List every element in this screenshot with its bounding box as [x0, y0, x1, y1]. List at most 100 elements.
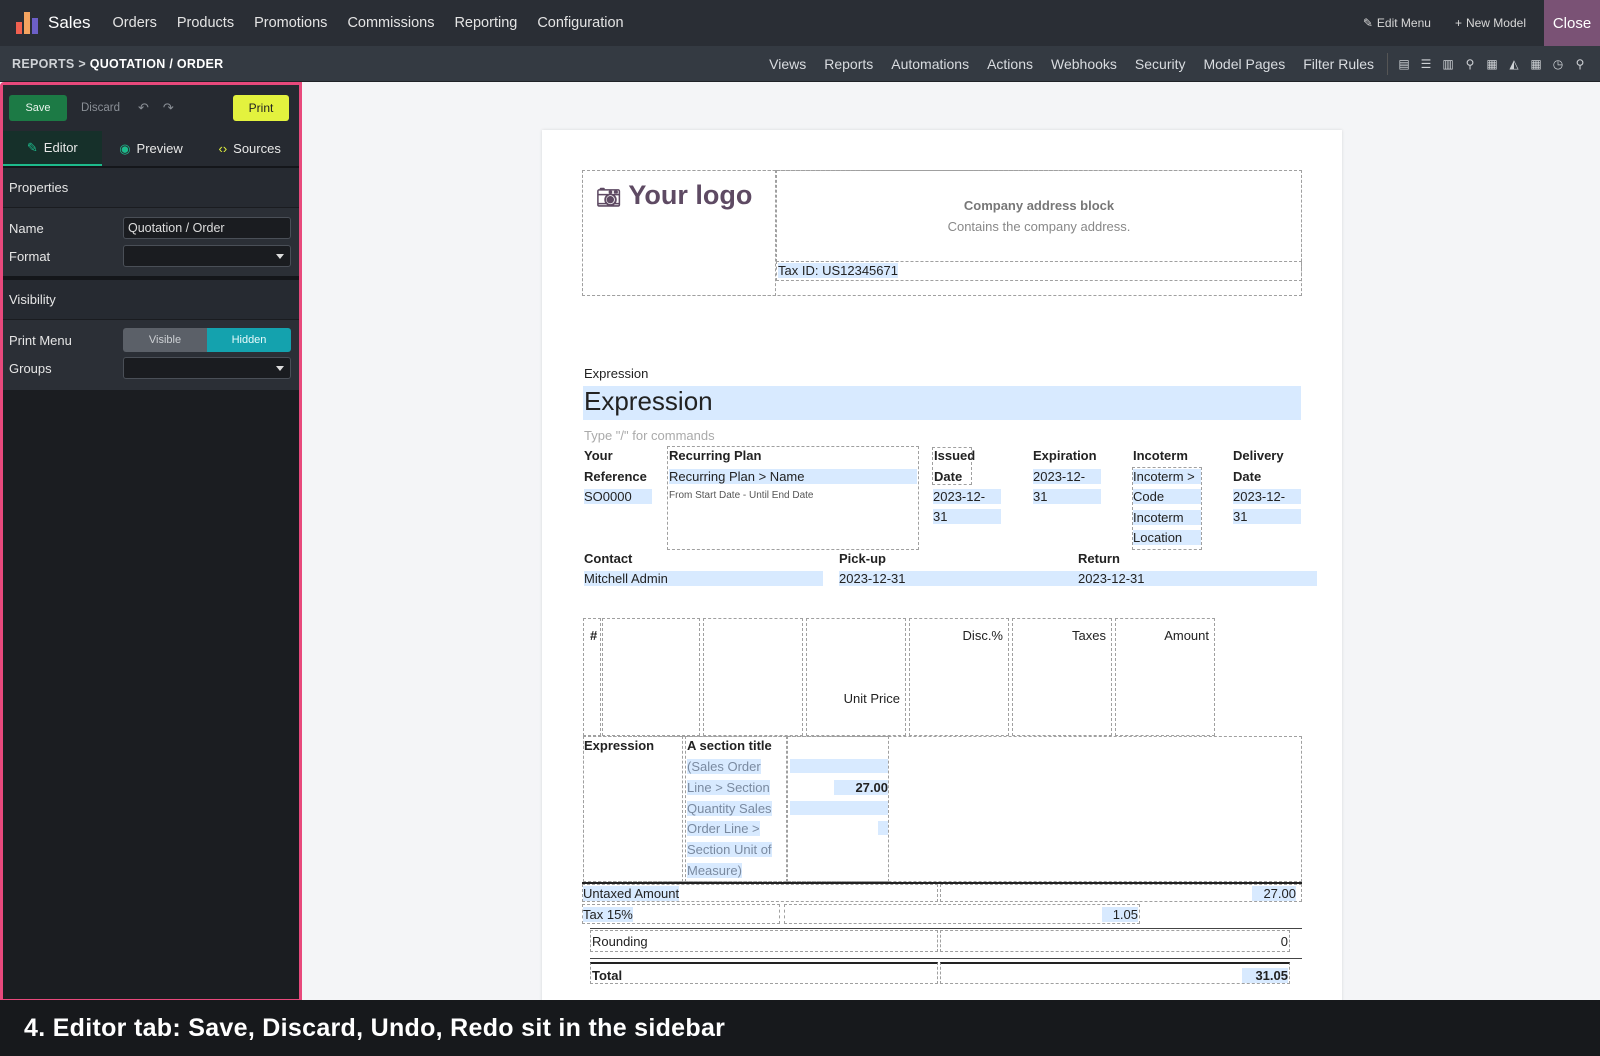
sidebar-tabs: ✎ Editor ◉ Preview ‹› Sources — [3, 131, 299, 168]
edit-menu-button[interactable]: ✎ Edit Menu — [1351, 16, 1443, 30]
app-name[interactable]: Sales — [48, 13, 91, 33]
contact-value[interactable]: Mitchell Admin — [584, 571, 823, 586]
menu-promotions[interactable]: Promotions — [244, 15, 337, 31]
menu-reporting[interactable]: Reporting — [444, 15, 527, 31]
tab-preview[interactable]: ◉ Preview — [102, 131, 201, 166]
th-unit-price: Unit Price — [843, 691, 900, 706]
link-model-pages[interactable]: Model Pages — [1194, 56, 1294, 72]
tab-sources[interactable]: ‹› Sources — [200, 131, 299, 166]
menu-commissions[interactable]: Commissions — [337, 15, 444, 31]
kanban-view-icon[interactable]: ▥ — [1440, 57, 1456, 71]
untaxed-value: 27.00 — [1252, 886, 1296, 901]
camera-icon: 📷︎ — [596, 187, 622, 209]
incoterm-line-3: Incoterm — [1133, 510, 1201, 525]
section-line-2: Line > Section — [687, 780, 770, 795]
link-webhooks[interactable]: Webhooks — [1042, 56, 1126, 72]
pickup-value[interactable]: 2023-12-31 — [839, 571, 1078, 586]
sales-app-icon[interactable] — [16, 12, 38, 34]
new-model-button[interactable]: + New Model — [1443, 16, 1538, 30]
delivery-date-label-1: Delivery — [1233, 448, 1284, 463]
tax-value: 1.05 — [1102, 907, 1138, 922]
breadcrumb-current: QUOTATION / ORDER — [89, 56, 224, 71]
undo-icon[interactable]: ↶ — [138, 100, 149, 116]
expression-heading[interactable]: Expression — [583, 386, 1301, 420]
rounding-rule — [590, 928, 1302, 929]
delivery-date-value-1[interactable]: 2023-12- — [1233, 489, 1301, 504]
tab-editor[interactable]: ✎ Editor — [3, 131, 102, 166]
breadcrumb-reports[interactable]: REPORTS — [12, 57, 75, 71]
delivery-date-value-2[interactable]: 31 — [1233, 509, 1301, 524]
your-reference-label-1: Your — [584, 448, 613, 463]
activity-view-icon[interactable]: ◷ — [1550, 57, 1566, 71]
company-address-title: Company address block — [963, 198, 1115, 213]
tax-label: Tax 15% — [583, 907, 633, 922]
link-filter-rules[interactable]: Filter Rules — [1294, 56, 1383, 72]
company-address-block[interactable] — [776, 170, 1302, 262]
map-view-icon[interactable]: ⚲ — [1462, 57, 1478, 71]
recurring-plan-name[interactable]: Recurring Plan > Name — [669, 469, 917, 484]
section-highlight-2 — [790, 801, 888, 815]
issued-date-value-1[interactable]: 2023-12- — [933, 489, 1001, 504]
visible-option[interactable]: Visible — [123, 328, 207, 352]
logo-placeholder[interactable]: 📷︎ Your logo — [596, 180, 752, 211]
chevron-down-icon — [276, 254, 284, 259]
rounding-value-cell[interactable] — [940, 930, 1290, 952]
menu-orders[interactable]: Orders — [103, 15, 167, 31]
form-view-icon[interactable]: ▤ — [1396, 57, 1412, 71]
link-security[interactable]: Security — [1126, 56, 1195, 72]
untaxed-label: Untaxed Amount — [583, 886, 680, 901]
search-icon[interactable]: ⚲ — [1572, 57, 1588, 71]
tax-id[interactable]: Tax ID: US12345671 — [778, 263, 898, 278]
groups-row: Groups — [3, 354, 299, 382]
list-view-icon[interactable]: ☰ — [1418, 57, 1434, 71]
close-button[interactable]: Close — [1544, 0, 1600, 46]
issued-date-value-2[interactable]: 31 — [933, 509, 1001, 524]
print-button[interactable]: Print — [233, 95, 289, 121]
visibility-section: Visibility Print Menu Visible Hidden Gro… — [3, 280, 299, 390]
name-row: Name Quotation / Order — [3, 214, 299, 242]
save-button[interactable]: Save — [9, 95, 67, 121]
return-value[interactable]: 2023-12-31 — [1078, 571, 1317, 586]
tab-editor-label: Editor — [43, 140, 78, 155]
link-actions[interactable]: Actions — [978, 56, 1042, 72]
hidden-option[interactable]: Hidden — [207, 328, 291, 352]
issued-date-label-2: Date — [934, 469, 963, 484]
discard-button[interactable]: Discard — [81, 102, 120, 114]
tab-sources-label: Sources — [233, 141, 281, 156]
total-value-cell[interactable] — [940, 962, 1290, 984]
logo-text: Your logo — [628, 180, 753, 210]
th-unit-price-cell[interactable] — [806, 618, 906, 736]
th-description-cell[interactable] — [602, 618, 700, 736]
tutorial-caption: 4. Editor tab: Save, Discard, Undo, Redo… — [0, 1000, 1600, 1056]
redo-icon[interactable]: ↷ — [163, 100, 174, 116]
section-line-4: Order Line > — [687, 821, 760, 836]
section-expression-cell[interactable] — [583, 736, 683, 882]
graph-view-icon[interactable]: ◭ — [1506, 57, 1522, 71]
link-reports[interactable]: Reports — [815, 56, 882, 72]
code-icon: ‹› — [218, 141, 228, 156]
link-automations[interactable]: Automations — [882, 56, 978, 72]
name-input[interactable]: Quotation / Order — [123, 217, 291, 239]
top-navbar: Sales Orders Products Promotions Commiss… — [0, 0, 1600, 46]
section-highlight-1 — [790, 759, 888, 773]
groups-select[interactable] — [123, 357, 291, 379]
link-views[interactable]: Views — [760, 56, 815, 72]
menu-configuration[interactable]: Configuration — [527, 15, 633, 31]
your-reference-value[interactable]: SO0000 — [584, 489, 652, 504]
expiration-value-1[interactable]: 2023-12- — [1033, 469, 1101, 484]
tax-value-cell[interactable] — [784, 904, 1140, 924]
expiration-value-2[interactable]: 31 — [1033, 489, 1101, 504]
name-label: Name — [9, 220, 44, 236]
pivot-view-icon[interactable]: ▦ — [1528, 57, 1544, 71]
calendar-view-icon[interactable]: ▦ — [1484, 57, 1500, 71]
print-menu-toggle: Visible Hidden — [123, 328, 291, 352]
tab-preview-label: Preview — [136, 141, 183, 156]
format-select[interactable] — [123, 245, 291, 267]
untaxed-value-cell[interactable] — [940, 884, 1302, 902]
menu-products[interactable]: Products — [167, 15, 244, 31]
th-quantity-cell[interactable] — [703, 618, 803, 736]
total-label-cell[interactable] — [590, 962, 938, 984]
commands-hint[interactable]: Type "/" for commands — [584, 428, 715, 443]
recurring-plan-range[interactable]: From Start Date - Until End Date — [669, 490, 814, 501]
section-amount: 27.00 — [834, 780, 888, 795]
